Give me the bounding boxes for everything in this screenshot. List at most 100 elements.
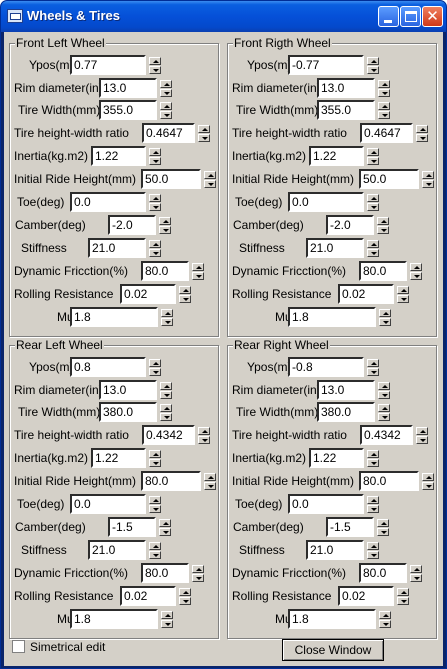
camber-spinner[interactable] bbox=[377, 519, 389, 536]
spin-up-icon[interactable] bbox=[377, 217, 389, 225]
toe-spinner[interactable] bbox=[367, 496, 379, 513]
spin-up-icon[interactable] bbox=[204, 171, 216, 179]
ride-height-input[interactable]: 80.0 bbox=[359, 471, 419, 491]
rolling-input[interactable]: 0.02 bbox=[338, 586, 394, 606]
mu-input[interactable]: 1.8 bbox=[288, 609, 376, 629]
rim-input[interactable]: 13.0 bbox=[317, 380, 375, 400]
spin-down-icon[interactable] bbox=[379, 318, 391, 326]
spin-up-icon[interactable] bbox=[160, 382, 172, 390]
spin-down-icon[interactable] bbox=[410, 574, 422, 582]
spin-down-icon[interactable] bbox=[192, 574, 204, 582]
inertia-spinner[interactable] bbox=[149, 148, 161, 165]
spin-down-icon[interactable] bbox=[367, 368, 379, 376]
spin-down-icon[interactable] bbox=[160, 413, 172, 421]
spin-down-icon[interactable] bbox=[198, 134, 210, 142]
tire-width-spinner[interactable] bbox=[378, 404, 390, 421]
spin-down-icon[interactable] bbox=[161, 318, 173, 326]
toe-spinner[interactable] bbox=[149, 496, 161, 513]
mu-spinner[interactable] bbox=[161, 611, 173, 628]
spin-up-icon[interactable] bbox=[379, 611, 391, 619]
camber-input[interactable]: -2.0 bbox=[108, 215, 156, 235]
spin-down-icon[interactable] bbox=[379, 620, 391, 628]
ride-height-spinner[interactable] bbox=[204, 171, 216, 188]
spin-down-icon[interactable] bbox=[149, 66, 161, 74]
maximize-button[interactable] bbox=[400, 6, 421, 27]
spin-down-icon[interactable] bbox=[377, 226, 389, 234]
ride-height-input[interactable]: 50.0 bbox=[141, 169, 201, 189]
spin-down-icon[interactable] bbox=[161, 620, 173, 628]
spin-up-icon[interactable] bbox=[149, 57, 161, 65]
tire-width-input[interactable]: 380.0 bbox=[99, 402, 157, 422]
rolling-input[interactable]: 0.02 bbox=[120, 284, 176, 304]
rim-input[interactable]: 13.0 bbox=[99, 78, 157, 98]
spin-down-icon[interactable] bbox=[367, 249, 379, 257]
rolling-input[interactable]: 0.02 bbox=[338, 284, 394, 304]
spin-up-icon[interactable] bbox=[198, 125, 210, 133]
spin-down-icon[interactable] bbox=[397, 295, 409, 303]
inertia-input[interactable]: 1.22 bbox=[91, 146, 146, 166]
friction-input[interactable]: 80.0 bbox=[141, 563, 189, 583]
inertia-input[interactable]: 1.22 bbox=[309, 146, 364, 166]
ratio-spinner[interactable] bbox=[198, 125, 210, 142]
rim-input[interactable]: 13.0 bbox=[99, 380, 157, 400]
spin-down-icon[interactable] bbox=[149, 368, 161, 376]
spin-up-icon[interactable] bbox=[422, 473, 434, 481]
camber-input[interactable]: -2.0 bbox=[326, 215, 374, 235]
spin-up-icon[interactable] bbox=[422, 171, 434, 179]
rim-spinner[interactable] bbox=[160, 382, 172, 399]
ratio-spinner[interactable] bbox=[416, 427, 428, 444]
rim-spinner[interactable] bbox=[378, 382, 390, 399]
spin-up-icon[interactable] bbox=[410, 263, 422, 271]
spin-down-icon[interactable] bbox=[367, 459, 379, 467]
toe-input[interactable]: 0.0 bbox=[70, 494, 146, 514]
spin-down-icon[interactable] bbox=[422, 180, 434, 188]
inertia-spinner[interactable] bbox=[367, 450, 379, 467]
camber-spinner[interactable] bbox=[159, 217, 171, 234]
inertia-input[interactable]: 1.22 bbox=[309, 448, 364, 468]
spin-down-icon[interactable] bbox=[160, 89, 172, 97]
close-window-button[interactable]: Close Window bbox=[282, 639, 384, 661]
spin-down-icon[interactable] bbox=[149, 157, 161, 165]
spin-down-icon[interactable] bbox=[160, 111, 172, 119]
stiffness-spinner[interactable] bbox=[367, 240, 379, 257]
spin-up-icon[interactable] bbox=[179, 286, 191, 294]
spin-up-icon[interactable] bbox=[378, 404, 390, 412]
ratio-input[interactable]: 0.4342 bbox=[142, 425, 195, 445]
rim-input[interactable]: 13.0 bbox=[317, 78, 375, 98]
rolling-input[interactable]: 0.02 bbox=[120, 586, 176, 606]
spin-up-icon[interactable] bbox=[149, 194, 161, 202]
spin-up-icon[interactable] bbox=[397, 588, 409, 596]
camber-input[interactable]: -1.5 bbox=[326, 517, 374, 537]
tire-width-spinner[interactable] bbox=[160, 102, 172, 119]
ride-height-spinner[interactable] bbox=[422, 473, 434, 490]
spin-up-icon[interactable] bbox=[161, 309, 173, 317]
friction-input[interactable]: 80.0 bbox=[359, 563, 407, 583]
spin-down-icon[interactable] bbox=[416, 134, 428, 142]
spin-down-icon[interactable] bbox=[179, 597, 191, 605]
camber-input[interactable]: -1.5 bbox=[108, 517, 156, 537]
friction-spinner[interactable] bbox=[410, 263, 422, 280]
spin-up-icon[interactable] bbox=[204, 473, 216, 481]
friction-spinner[interactable] bbox=[192, 565, 204, 582]
spin-up-icon[interactable] bbox=[378, 102, 390, 110]
ypos-input[interactable]: -0.8 bbox=[288, 357, 364, 377]
spin-down-icon[interactable] bbox=[149, 249, 161, 257]
spin-down-icon[interactable] bbox=[378, 89, 390, 97]
spin-up-icon[interactable] bbox=[159, 519, 171, 527]
rolling-spinner[interactable] bbox=[179, 286, 191, 303]
inertia-input[interactable]: 1.22 bbox=[91, 448, 146, 468]
spin-down-icon[interactable] bbox=[367, 157, 379, 165]
spin-up-icon[interactable] bbox=[416, 125, 428, 133]
tire-width-input[interactable]: 355.0 bbox=[317, 100, 375, 120]
ride-height-input[interactable]: 80.0 bbox=[141, 471, 201, 491]
spin-up-icon[interactable] bbox=[149, 450, 161, 458]
spin-down-icon[interactable] bbox=[149, 459, 161, 467]
spin-up-icon[interactable] bbox=[149, 542, 161, 550]
spin-down-icon[interactable] bbox=[149, 505, 161, 513]
mu-input[interactable]: 1.8 bbox=[288, 307, 376, 327]
spin-up-icon[interactable] bbox=[410, 565, 422, 573]
friction-spinner[interactable] bbox=[410, 565, 422, 582]
spin-up-icon[interactable] bbox=[179, 588, 191, 596]
symmetrical-edit-checkbox[interactable] bbox=[12, 640, 25, 653]
spin-down-icon[interactable] bbox=[159, 528, 171, 536]
